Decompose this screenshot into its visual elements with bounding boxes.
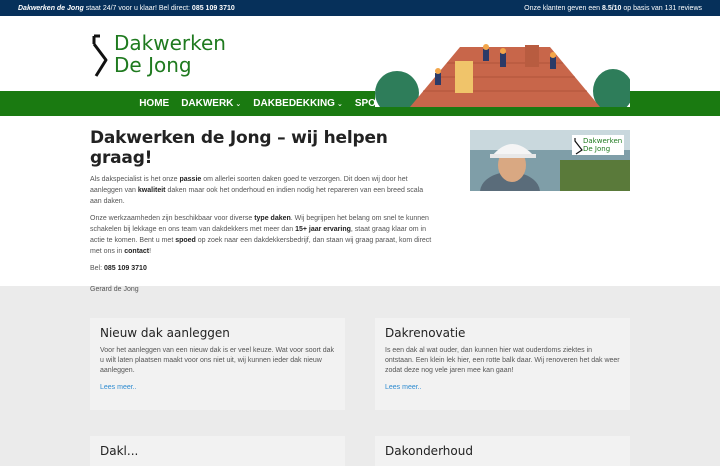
top-bar-brand: Dakwerken de Jong	[18, 4, 84, 12]
card-title: Dakonderhoud	[385, 444, 473, 458]
page-title: Dakwerken de Jong – wij helpen graag!	[90, 128, 388, 168]
read-more-link[interactable]: Lees meer..	[385, 384, 620, 391]
nav-dakbedekking[interactable]: DAKBEDEKKING ⌄	[247, 98, 349, 109]
site-logo[interactable]: Dakwerken De Jong	[90, 32, 226, 78]
top-bar-phone[interactable]: 085 109 3710	[192, 5, 235, 12]
top-bar-right: Onze klanten geven een 8.5/10 op basis v…	[524, 5, 702, 12]
service-card-nieuw-dak: Nieuw dak aanleggen Voor het aanleggen v…	[90, 318, 345, 410]
card-title: Dakrenovatie	[385, 326, 466, 340]
chevron-down-icon: ⌄	[235, 100, 242, 108]
rating-score: 8.5/10	[601, 4, 622, 12]
nav-dakbedekking-label: DAKBEDEKKING	[253, 98, 335, 109]
logo-line-2: De Jong	[114, 53, 192, 77]
card-text: Voor het aanleggen van een nieuw dak is …	[100, 347, 334, 374]
intro-paragraph-1: Als dakspecialist is het onze passie om …	[90, 176, 424, 205]
chevron-down-icon: ⌄	[336, 100, 343, 108]
card-title: Dakl...	[100, 444, 139, 458]
rating-suffix: op basis van 131 reviews	[621, 4, 702, 12]
top-bar-text: staat 24/7 voor u klaar! Bel direct:	[83, 4, 192, 12]
service-card-3: Dakl...	[90, 436, 345, 466]
header: Dakwerken De Jong	[0, 16, 720, 107]
intro-paragraph-2: Onze werkzaamheden zijn beschikbaar voor…	[90, 215, 432, 255]
top-bar: Dakwerken de Jong staat 24/7 voor u klaa…	[0, 0, 720, 16]
phone-line: Bel: 085 109 3710	[90, 265, 147, 272]
roofer-photo: Dakwerken De Jong	[470, 130, 630, 191]
intro-section: Dakwerken de Jong – wij helpen graag! Al…	[0, 116, 720, 293]
top-bar-left: Dakwerken de Jong staat 24/7 voor u klaa…	[18, 5, 235, 12]
type-daken-link[interactable]: type daken	[254, 215, 291, 222]
nav-dakwerk[interactable]: DAKWERK ⌄	[175, 98, 247, 109]
contact-link[interactable]: contact	[124, 248, 149, 255]
service-card-dakrenovatie: Dakrenovatie Is een dak al wat ouder, da…	[375, 318, 630, 410]
rating-prefix: Onze klanten geven een	[524, 4, 602, 12]
logo-line-1: Dakwerken	[114, 31, 226, 55]
nav-home[interactable]: HOME	[133, 98, 175, 109]
card-title: Nieuw dak aanleggen	[100, 326, 230, 340]
services-grid: Nieuw dak aanleggen Voor het aanleggen v…	[90, 318, 630, 466]
roof-logo-icon	[92, 34, 108, 77]
photo-logo-line-1: Dakwerken	[583, 137, 622, 145]
service-card-4: Dakonderhoud	[375, 436, 630, 466]
nav-home-label: HOME	[139, 98, 170, 109]
read-more-link[interactable]: Lees meer..	[100, 384, 335, 391]
nav-dakwerk-label: DAKWERK	[181, 98, 234, 109]
photo-logo-line-2: De Jong	[583, 145, 610, 153]
signature: Gerard de Jong	[90, 286, 139, 293]
roofers-illustration	[375, 43, 630, 107]
phone-number[interactable]: 085 109 3710	[104, 265, 147, 272]
card-text: Is een dak al wat ouder, dan kunnen hier…	[385, 347, 620, 374]
